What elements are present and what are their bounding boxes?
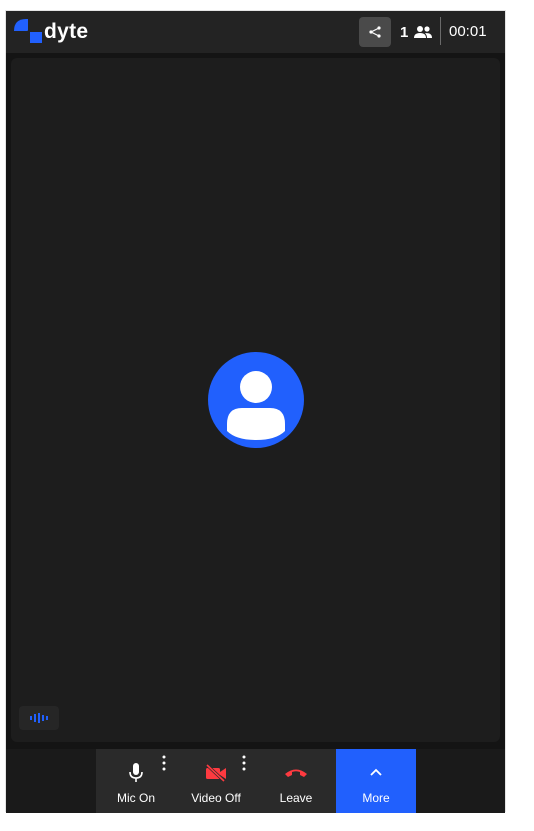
meeting-window: dyte 1 00:01 Mic On Video Off Leave More <box>5 10 506 813</box>
brand-name: dyte <box>44 20 89 43</box>
video-off-icon <box>205 764 226 782</box>
share-icon <box>369 26 381 38</box>
microphone-icon <box>129 763 143 782</box>
participant-count-button[interactable]: 1 <box>400 22 433 42</box>
people-icon <box>414 26 433 38</box>
person-icon <box>227 371 285 440</box>
phone-hangup-icon <box>285 769 307 777</box>
mic-toggle-button[interactable]: Mic On <box>96 749 176 813</box>
mic-options-icon[interactable] <box>162 755 166 771</box>
participant-count: 1 <box>400 23 409 41</box>
meeting-timer: 00:01 <box>449 23 487 40</box>
audio-indicator <box>19 706 59 730</box>
more-button[interactable]: More <box>336 749 416 813</box>
leave-button[interactable]: Leave <box>256 749 336 813</box>
header-bar: dyte 1 00:01 <box>6 11 505 53</box>
audio-waveform-icon <box>30 713 48 723</box>
share-button[interactable] <box>359 17 391 47</box>
mic-label: Mic On <box>116 791 155 805</box>
chevron-up-icon <box>370 768 382 776</box>
video-options-icon[interactable] <box>242 755 246 771</box>
video-toggle-button[interactable]: Video Off <box>176 749 256 813</box>
header-divider <box>440 17 441 45</box>
participant-avatar <box>208 352 304 448</box>
more-label: More <box>362 791 390 805</box>
video-label: Video Off <box>191 791 241 805</box>
participant-tile <box>11 58 500 742</box>
leave-label: Leave <box>279 791 313 805</box>
control-bar: Mic On Video Off Leave More <box>6 749 505 813</box>
dyte-logo-icon <box>14 19 42 43</box>
